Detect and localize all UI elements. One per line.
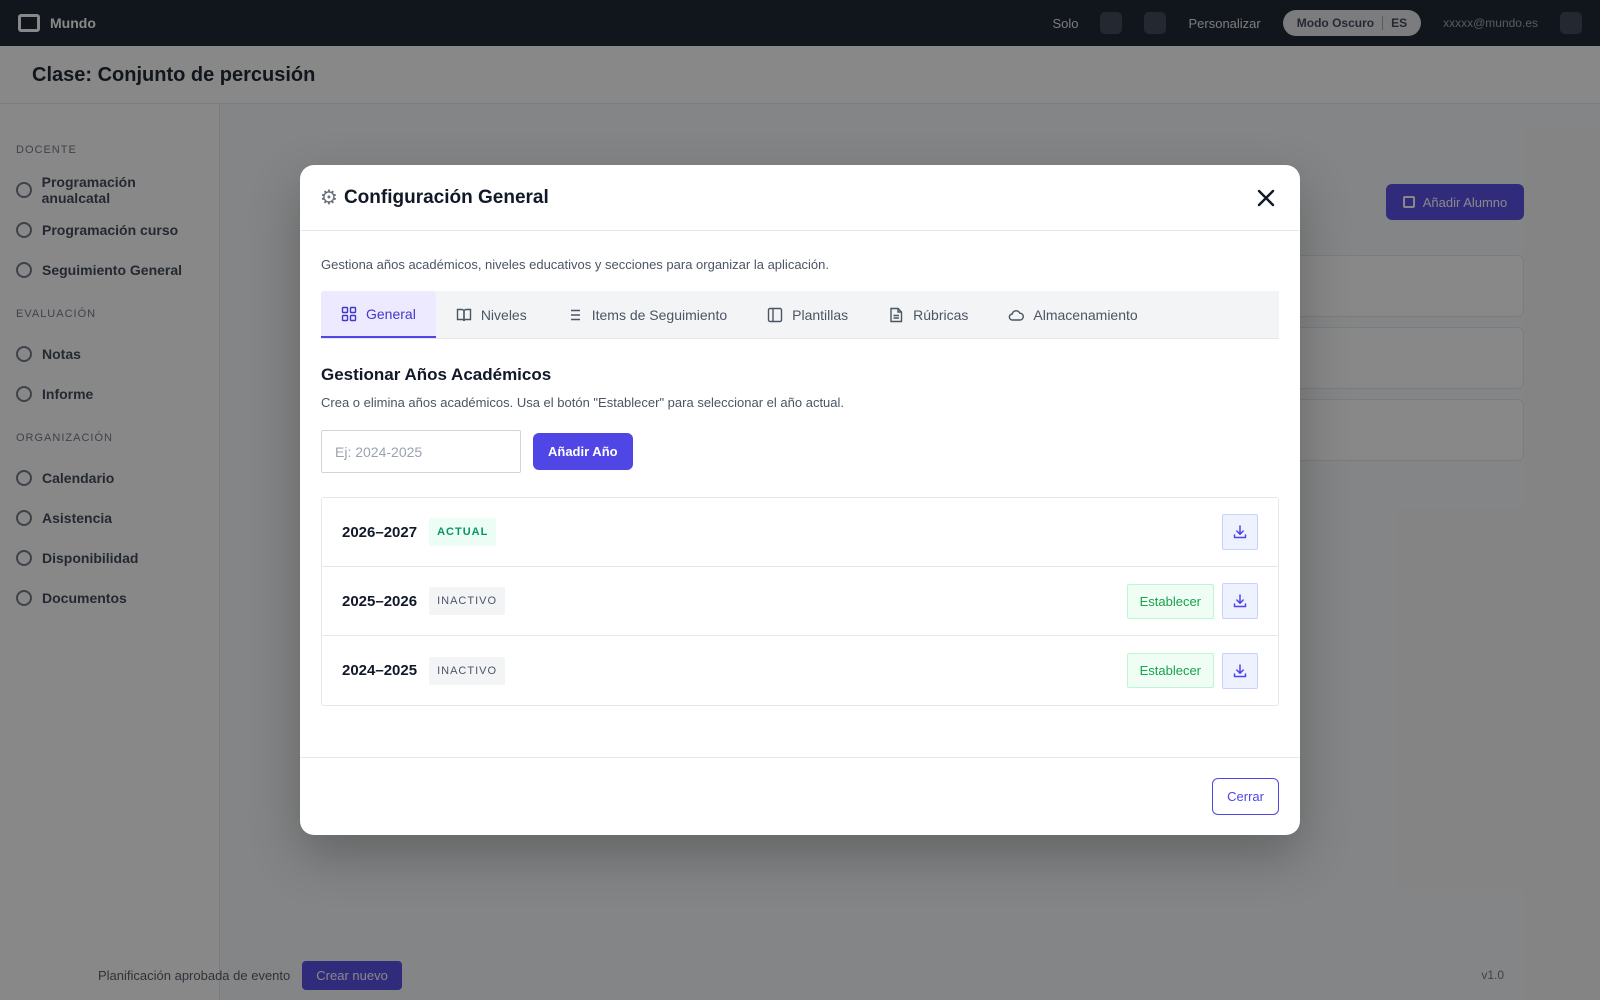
tab-label: Rúbricas [913,306,969,323]
tab-label: Niveles [480,306,527,323]
list-item: 2025–2026 INACTIVO Establecer [322,567,1278,636]
download-button[interactable] [1222,583,1258,619]
cloud-icon [1009,309,1025,321]
section-description: Crea o elimina años académicos. Usa el b… [321,395,845,410]
close-modal-button[interactable]: Cerrar [1212,778,1279,815]
modal-description: Gestiona años académicos, niveles educat… [321,257,830,272]
year-input[interactable] [321,430,521,473]
download-button[interactable] [1222,514,1258,550]
tab-label: Items de Seguimiento [591,306,728,323]
download-button[interactable] [1222,652,1258,689]
status-badge: ACTUAL [429,518,497,546]
modal-title-text: Configuración General [343,186,549,208]
book-icon [456,308,472,321]
add-year-form: Añadir Año [321,430,1279,473]
tab-general[interactable]: General [321,291,436,338]
modal-title: ⚙ Configuración General [320,185,549,210]
tab-label: Almacenamiento [1033,306,1138,323]
year-label: 2024–2025 [342,662,418,679]
list-item: 2026–2027 ACTUAL [322,498,1278,567]
list-icon [570,309,580,320]
year-label: 2026–2027 [342,523,418,541]
download-icon [1233,663,1247,677]
tab-plantillas[interactable]: Plantillas [747,291,868,338]
academic-years-list: 2026–2027 ACTUAL 2025–2026 INACTIVO Esta… [321,497,1279,706]
list-item: 2024–2025 INACTIVO Establecer [322,636,1278,705]
tab-items-seguimiento[interactable]: Items de Seguimiento [547,291,747,338]
set-current-year-button[interactable]: Establecer [1126,583,1214,619]
gear-icon: ⚙ [320,187,338,209]
grid-icon [341,306,357,321]
modal-footer: Cerrar [300,757,1300,835]
set-current-year-button[interactable]: Establecer [1126,653,1214,688]
layout-icon [767,307,783,322]
year-label: 2025–2026 [342,592,418,610]
close-button[interactable] [1252,184,1280,212]
tab-rubricas[interactable]: Rúbricas [868,291,988,338]
download-icon [1233,594,1247,608]
tab-label: General [366,305,416,322]
section-title: Gestionar Años Académicos [321,365,552,384]
settings-modal: ⚙ Configuración General Gestiona años ac… [300,165,1300,835]
status-badge: INACTIVO [429,656,506,685]
tab-almacenamiento[interactable]: Almacenamiento [988,291,1157,338]
status-badge: INACTIVO [429,587,506,615]
add-year-button[interactable]: Añadir Año [533,433,633,470]
download-icon [1233,525,1247,539]
file-text-icon [890,307,903,322]
tab-label: Plantillas [792,306,849,323]
settings-tabs: General Niveles Items de Seguimiento Pla… [321,291,1279,339]
close-icon [1257,189,1275,206]
tab-niveles[interactable]: Niveles [436,291,547,338]
modal-header: ⚙ Configuración General [300,165,1300,231]
